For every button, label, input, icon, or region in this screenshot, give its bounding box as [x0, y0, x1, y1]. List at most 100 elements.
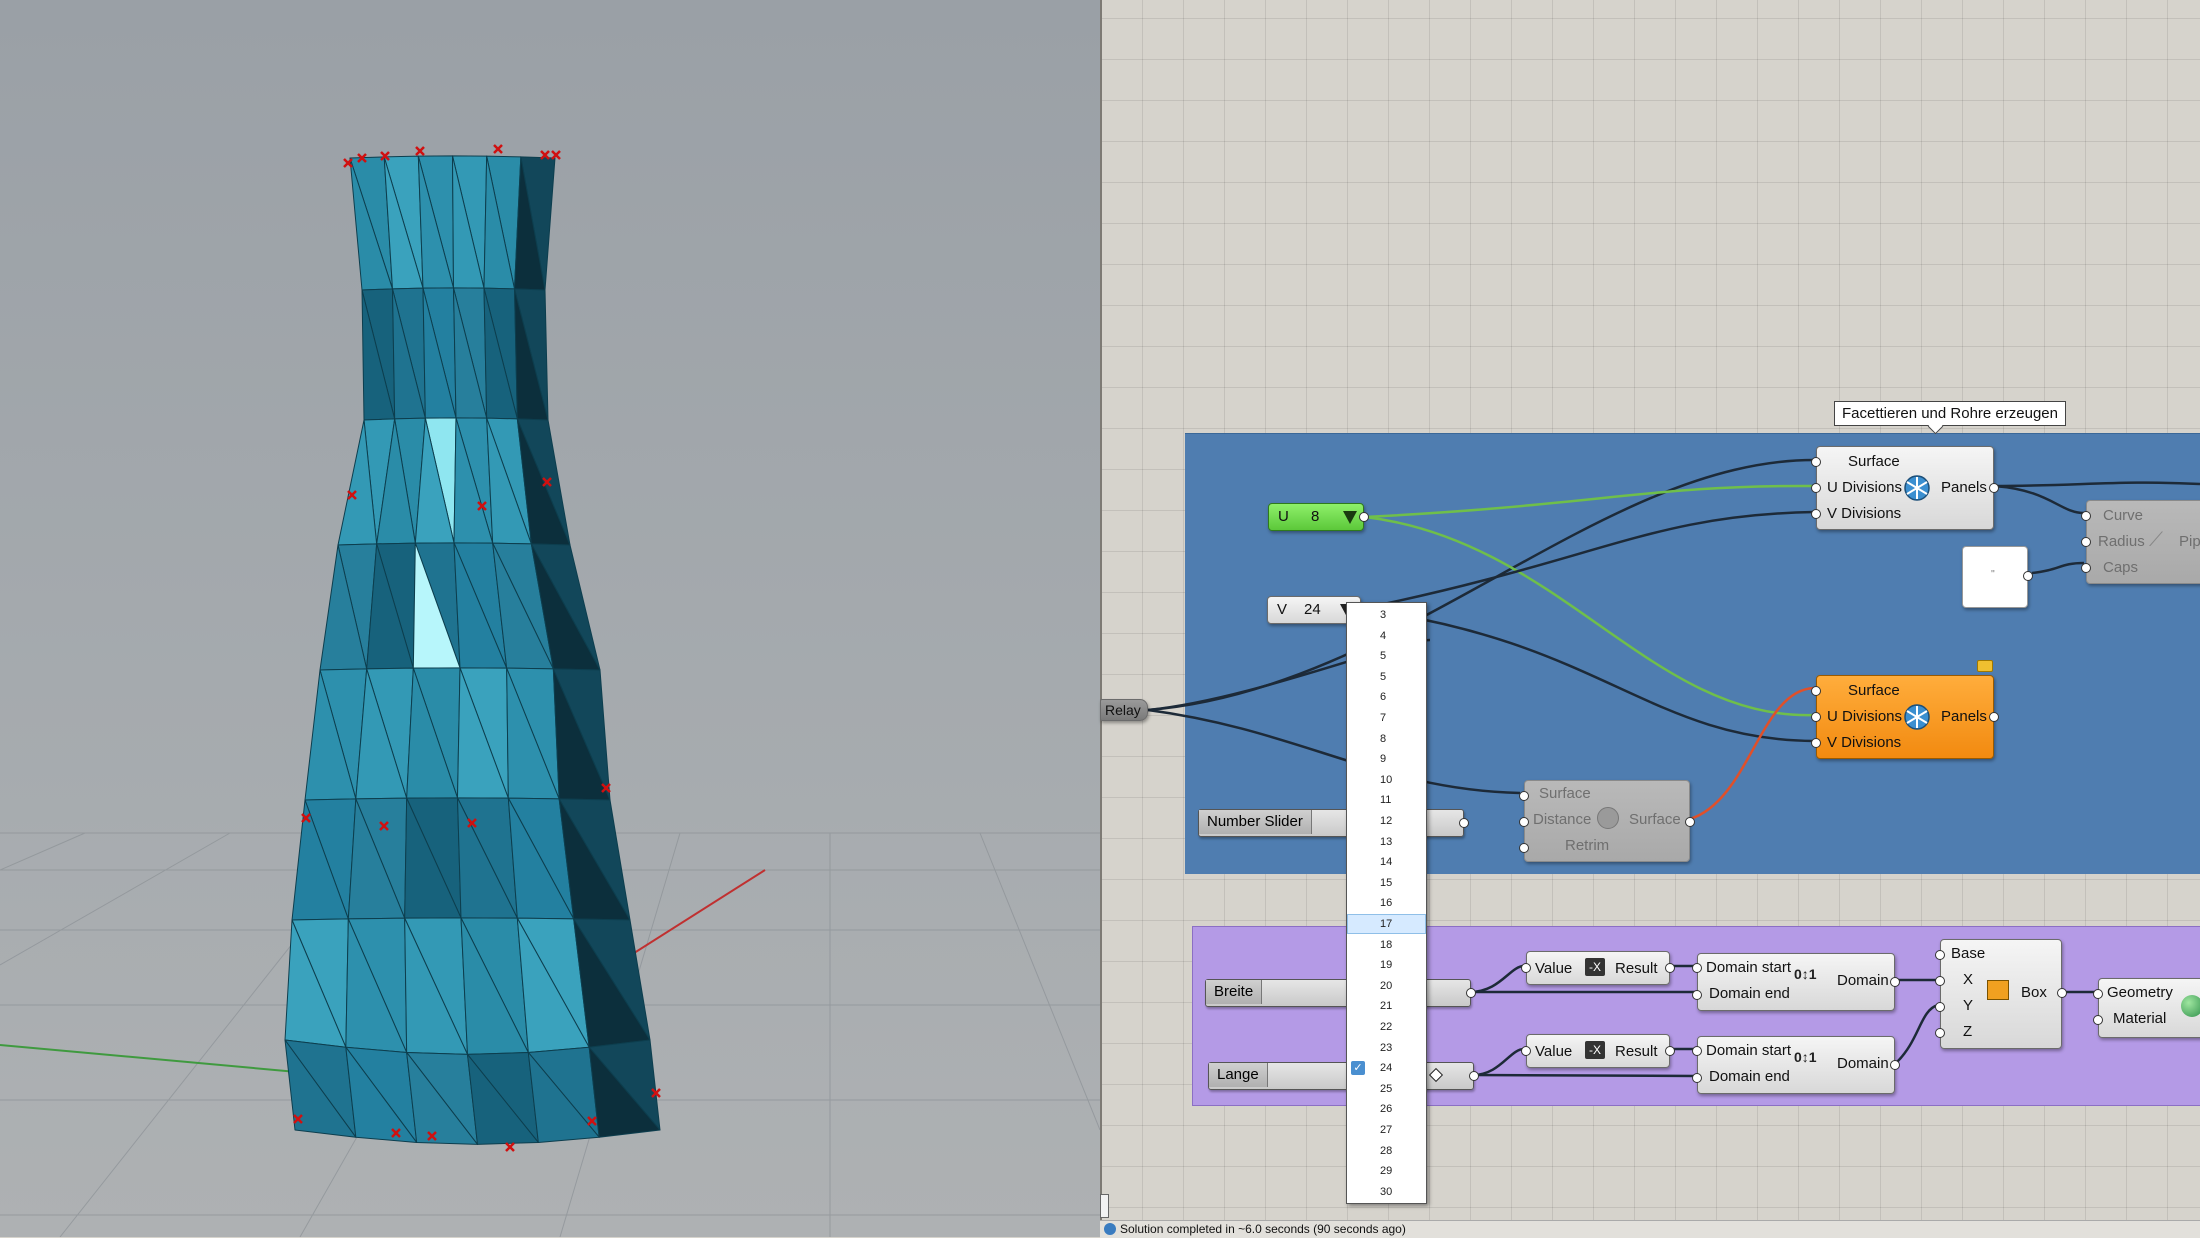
- output-port[interactable]: [1685, 817, 1695, 827]
- text-panel[interactable]: '': [1962, 546, 2033, 608]
- input-port[interactable]: [2093, 1015, 2103, 1025]
- input-surface: Surface: [1848, 453, 1900, 470]
- input-port[interactable]: [1811, 686, 1821, 696]
- pipe-component[interactable]: Curve Radius Caps ⟋ Pip: [2081, 500, 2200, 584]
- dropdown-option[interactable]: 5: [1347, 646, 1426, 666]
- output-port[interactable]: [1989, 483, 1999, 493]
- dropdown-option[interactable]: 26: [1347, 1099, 1426, 1119]
- input-curve: Curve: [2103, 507, 2144, 524]
- input-u-divisions: U Divisions: [1827, 708, 1903, 725]
- output-port[interactable]: [1989, 712, 1999, 722]
- input-port[interactable]: [1519, 817, 1529, 827]
- dropdown-option[interactable]: 3: [1347, 605, 1426, 625]
- offset-surface-component[interactable]: Surface Distance Retrim Surface: [1519, 780, 1695, 862]
- dropdown-option[interactable]: 17: [1347, 914, 1426, 934]
- input-v-divisions: V Divisions: [1827, 734, 1902, 751]
- dropdown-option[interactable]: 10: [1347, 770, 1426, 790]
- rhino-viewport[interactable]: [0, 0, 1100, 1237]
- dropdown-option[interactable]: 21: [1347, 996, 1426, 1016]
- slider-grip-icon[interactable]: [1428, 1067, 1444, 1083]
- warning-balloon-icon[interactable]: [1977, 660, 1993, 672]
- facet-dome-top[interactable]: Surface U Divisions V Divisions Panels: [1811, 446, 1999, 530]
- input-port[interactable]: [1935, 950, 1945, 960]
- output-port[interactable]: [1665, 963, 1675, 973]
- dropdown-option[interactable]: 30: [1347, 1182, 1426, 1202]
- input-port[interactable]: [1692, 990, 1702, 1000]
- dropdown-option[interactable]: 16: [1347, 893, 1426, 913]
- dropdown-option[interactable]: 24 ✓: [1347, 1058, 1426, 1078]
- negative-component-1[interactable]: Value -X Result: [1521, 951, 1675, 985]
- input-port[interactable]: [1811, 457, 1821, 467]
- construct-domain-2[interactable]: Domain start Domain end 0↕1 Domain: [1692, 1036, 1900, 1094]
- dropdown-option[interactable]: 19: [1347, 955, 1426, 975]
- input-port[interactable]: [1935, 1002, 1945, 1012]
- input-y: Y: [1963, 997, 1974, 1014]
- input-port[interactable]: [1521, 963, 1531, 973]
- input-port[interactable]: [1692, 963, 1702, 973]
- dropdown-option[interactable]: 9: [1347, 749, 1426, 769]
- dropdown-option[interactable]: 11: [1347, 790, 1426, 810]
- dropdown-option[interactable]: 23: [1347, 1038, 1426, 1058]
- output-port[interactable]: [2057, 988, 2067, 998]
- dropdown-option[interactable]: 25: [1347, 1079, 1426, 1099]
- relay-component[interactable]: Relay: [1100, 699, 1148, 721]
- facet-dome-selected[interactable]: Surface U Divisions V Divisions Panels: [1811, 675, 1999, 759]
- custom-preview-component[interactable]: Geometry Material: [2093, 978, 2200, 1038]
- dropdown-option[interactable]: 22: [1347, 1017, 1426, 1037]
- dropdown-option[interactable]: 15: [1347, 873, 1426, 893]
- input-port[interactable]: [1811, 483, 1821, 493]
- input-port[interactable]: [1811, 509, 1821, 519]
- slider-output-port[interactable]: [1466, 988, 1476, 998]
- input-port[interactable]: [2081, 511, 2091, 521]
- negative-component-2[interactable]: Value -X Result: [1521, 1034, 1675, 1068]
- output-port[interactable]: [1665, 1046, 1675, 1056]
- u-value-list[interactable]: U 8: [1268, 503, 1369, 531]
- dropdown-option[interactable]: 13: [1347, 832, 1426, 852]
- input-port[interactable]: [1521, 1046, 1531, 1056]
- relay-label: Relay: [1105, 702, 1141, 718]
- output-port[interactable]: [1890, 977, 1900, 987]
- input-port[interactable]: [1811, 712, 1821, 722]
- slider-output-port[interactable]: [1459, 818, 1469, 828]
- dropdown-option[interactable]: 6: [1347, 687, 1426, 707]
- input-port[interactable]: [1519, 791, 1529, 801]
- breite-slider[interactable]: Breite: [1205, 979, 1476, 1007]
- input-port[interactable]: [2093, 989, 2103, 999]
- dropdown-arrow-icon[interactable]: [1343, 511, 1357, 524]
- dropdown-option[interactable]: 4: [1347, 626, 1426, 646]
- dropdown-option[interactable]: 12: [1347, 811, 1426, 831]
- input-domain-end: Domain end: [1709, 1068, 1790, 1085]
- dropdown-option[interactable]: 5: [1347, 667, 1426, 687]
- dropdown-option[interactable]: 8: [1347, 729, 1426, 749]
- input-port[interactable]: [1692, 1073, 1702, 1083]
- u-output-port[interactable]: [1359, 512, 1369, 522]
- input-z: Z: [1963, 1023, 1973, 1040]
- dropdown-option[interactable]: 29: [1347, 1161, 1426, 1181]
- info-icon: [1104, 1223, 1116, 1235]
- dropdown-option[interactable]: 20: [1347, 976, 1426, 996]
- canvas-scroll-handle[interactable]: [1100, 1194, 1109, 1218]
- output-panels: Panels: [1941, 479, 1987, 496]
- dropdown-option[interactable]: 7: [1347, 708, 1426, 728]
- input-port[interactable]: [2081, 537, 2091, 547]
- dropdown-option[interactable]: 28: [1347, 1141, 1426, 1161]
- dropdown-option[interactable]: 18: [1347, 935, 1426, 955]
- faceted-vase-mesh: [284, 155, 661, 1145]
- group-blue[interactable]: [1185, 433, 2200, 874]
- negate-icon: -X: [1585, 1041, 1605, 1059]
- dropdown-option[interactable]: 27: [1347, 1120, 1426, 1140]
- input-port[interactable]: [1935, 976, 1945, 986]
- construct-domain-1[interactable]: Domain start Domain end 0↕1 Domain: [1692, 953, 1900, 1011]
- input-port[interactable]: [1811, 738, 1821, 748]
- input-port[interactable]: [2081, 563, 2091, 573]
- domain-box-component[interactable]: Base X Y Z Box: [1935, 939, 2067, 1049]
- input-port[interactable]: [1692, 1046, 1702, 1056]
- dropdown-option[interactable]: 14: [1347, 852, 1426, 872]
- lange-slider[interactable]: Lange: [1208, 1062, 1479, 1090]
- input-port[interactable]: [1519, 843, 1529, 853]
- slider-output-port[interactable]: [1469, 1071, 1479, 1081]
- input-port[interactable]: [1935, 1028, 1945, 1038]
- output-port[interactable]: [1890, 1060, 1900, 1070]
- panel-output-port[interactable]: [2023, 571, 2033, 581]
- v-value-dropdown[interactable]: 3 4 5 5 6 7 8 9 10 11 12 13 14 15 16 17 18 19 20 21 22 23 24 ✓ 2…: [1346, 602, 1427, 1204]
